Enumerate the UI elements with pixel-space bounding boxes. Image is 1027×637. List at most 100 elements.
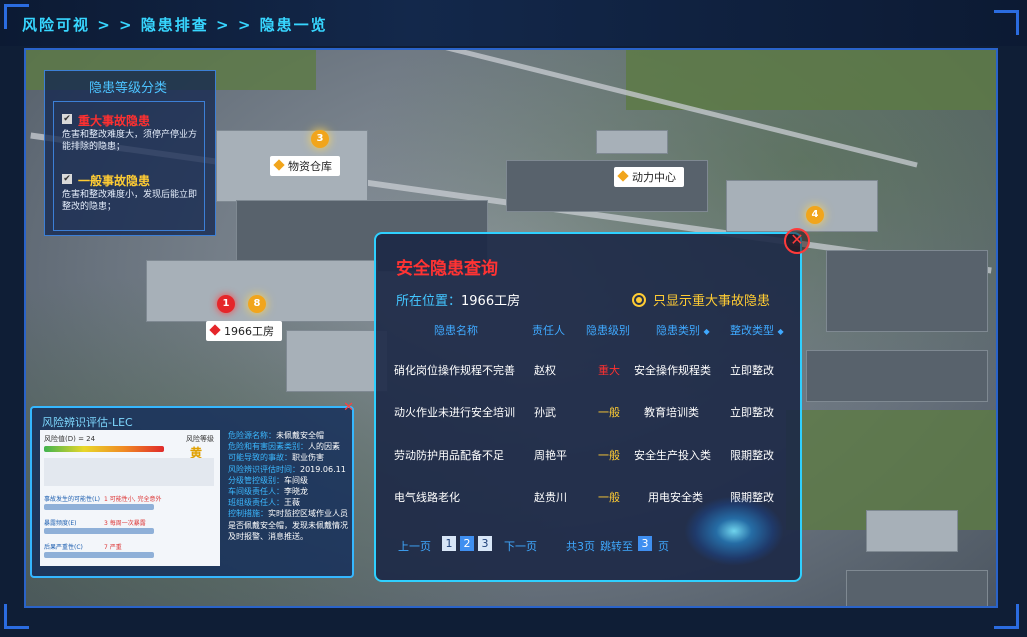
cell-name[interactable]: 动火作业未进行安全培训	[394, 404, 515, 420]
consequence-slider	[44, 552, 154, 558]
lec-assessment-image: 风险值(D) = 24 风险等级 黄 事故发生的可能性(L) 1 可能性小, 完…	[40, 430, 220, 566]
risk-value-text: 风险值(D) = 24	[44, 435, 96, 443]
exposure-value: 3 每周一次暴露	[104, 520, 146, 527]
prev-page-link[interactable]: 上一页	[398, 538, 431, 554]
legend-item-label: 重大事故隐患	[78, 114, 151, 128]
cell-owner: 周艳平	[534, 449, 567, 462]
panel-title: 安全隐患查询	[396, 259, 498, 279]
page-button[interactable]: 3	[478, 536, 492, 551]
location-value: 1966工房	[461, 294, 521, 309]
map-pin[interactable]: 8	[248, 295, 266, 313]
lec-field: 风险辨识评估时间：2019.06.11	[228, 464, 346, 474]
cell-category: 用电安全类	[648, 491, 703, 504]
cell-level: 一般	[598, 406, 620, 419]
map-building	[726, 180, 878, 232]
hazard-query-panel: ✕ 安全隐患查询 所在位置：1966工房 只显示重大事故隐患 隐患名称 责任人 …	[374, 228, 810, 582]
checkbox-icon[interactable]: ✔	[62, 114, 72, 124]
exposure-slider	[44, 528, 154, 534]
map-pin[interactable]: 4	[806, 206, 824, 224]
lec-field: 是否佩戴安全帽，发现未佩戴情况	[228, 520, 348, 530]
lec-field: 危险和有害因素类别：人的因素	[228, 442, 340, 452]
radio-icon[interactable]	[632, 293, 646, 307]
lec-field: 控制措施：实时监控区域作业人员	[228, 509, 348, 519]
lec-field-list: 危险源名称：未佩戴安全帽 危险和有害因素类别：人的因素 可能导致的事故：职业伤害…	[228, 430, 348, 542]
legend-item-desc: 危害和整改难度大，须停产停业方能排除的隐患；	[62, 130, 198, 152]
next-page-link[interactable]: 下一页	[504, 538, 537, 554]
lec-field: 班组级责任人：王薇	[228, 498, 300, 508]
col-header-owner[interactable]: 责任人	[532, 322, 565, 338]
sort-icon[interactable]: ◆	[704, 327, 710, 336]
close-icon[interactable]: ✕	[784, 228, 810, 254]
checkbox-icon[interactable]: ✔	[62, 174, 72, 184]
location-display: 所在位置：1966工房	[396, 290, 520, 309]
col-header-name[interactable]: 隐患名称	[434, 322, 478, 338]
likelihood-value: 1 可能性小, 完全意外	[104, 496, 162, 503]
map-building	[806, 350, 988, 402]
map-marker-1966-workshop[interactable]: 1966工房	[206, 321, 282, 341]
lec-title: 风险辨识评估-LEC	[42, 416, 133, 429]
legend-item-desc: 危害和整改难度小，发现后能立即整改的隐患；	[62, 190, 198, 212]
jump-page-input[interactable]: 3	[638, 536, 652, 551]
marker-diamond-icon	[209, 324, 221, 336]
close-icon[interactable]: ✕	[343, 400, 354, 415]
corner-decoration	[994, 10, 1019, 35]
jump-label: 跳转至	[600, 540, 633, 553]
marker-label: 动力中心	[632, 171, 676, 184]
cell-name[interactable]: 硝化岗位操作规程不完善	[394, 362, 515, 378]
col-header-level[interactable]: 隐患级别	[586, 322, 630, 338]
cell-rectify: 立即整改	[730, 364, 774, 377]
page-unit: 页	[658, 540, 669, 553]
risk-level-label: 风险等级	[186, 435, 214, 443]
map-building	[286, 330, 388, 392]
cell-name[interactable]: 劳动防护用品配备不足	[394, 447, 504, 463]
col-header-rectify[interactable]: 整改类型 ◆	[730, 322, 784, 338]
risk-table	[44, 458, 214, 486]
map-building	[826, 250, 988, 332]
top-bar: 风险可视 > > 隐患排查 > > 隐患一览	[0, 0, 1027, 46]
cell-rectify: 立即整改	[730, 406, 774, 419]
sort-icon[interactable]: ◆	[778, 327, 784, 336]
exposure-label: 暴露频度(E)	[44, 520, 77, 527]
map-pin[interactable]: 3	[311, 130, 329, 148]
cell-name[interactable]: 电气线路老化	[394, 489, 460, 505]
app-frame: 风险可视 > > 隐患排查 > > 隐患一览 3 4 1 8 物资仓库 动力中心…	[0, 0, 1027, 637]
cell-category: 安全操作规程类	[634, 364, 711, 377]
lec-field: 分级管控级别：车间级	[228, 475, 308, 485]
cell-category: 安全生产投入类	[634, 449, 711, 462]
legend-box: ✔ 重大事故隐患 危害和整改难度大，须停产停业方能排除的隐患； ✔ 一般事故隐患…	[53, 101, 205, 231]
marker-diamond-icon	[617, 170, 629, 182]
cell-owner: 赵权	[534, 364, 556, 377]
total-pages: 共3页	[566, 540, 595, 553]
marker-label: 物资仓库	[288, 160, 332, 173]
map-marker-warehouse[interactable]: 物资仓库	[270, 156, 340, 176]
radar-glow-decoration	[684, 496, 784, 566]
marker-label: 1966工房	[224, 325, 274, 338]
major-only-toggle[interactable]: 只显示重大事故隐患	[632, 290, 770, 309]
legend-title: 隐患等级分类	[89, 81, 168, 96]
cell-level: 一般	[598, 491, 620, 504]
risk-scale-bar	[44, 446, 164, 452]
cell-level: 重大	[598, 364, 620, 377]
cell-rectify: 限期整改	[730, 449, 774, 462]
lec-assessment-panel: 风险辨识评估-LEC ✕ 风险值(D) = 24 风险等级 黄 事故发生的可能性…	[30, 400, 354, 578]
page-button-current[interactable]: 2	[460, 536, 474, 551]
breadcrumb[interactable]: 风险可视 > > 隐患排查 > > 隐患一览	[22, 14, 328, 35]
map-marker-power-center[interactable]: 动力中心	[614, 167, 684, 187]
cell-owner: 赵贵川	[534, 491, 567, 504]
likelihood-slider	[44, 504, 154, 510]
cell-owner: 孙武	[534, 406, 556, 419]
map-pin[interactable]: 1	[217, 295, 235, 313]
cell-category: 教育培训类	[644, 406, 699, 419]
legend-item-label: 一般事故隐患	[78, 174, 151, 188]
map-building	[146, 260, 378, 322]
cell-level: 一般	[598, 449, 620, 462]
corner-decoration	[4, 4, 29, 29]
hazard-level-legend: 隐患等级分类 ✔ 重大事故隐患 危害和整改难度大，须停产停业方能排除的隐患； ✔…	[44, 70, 216, 236]
lec-field: 车间级责任人：李晓龙	[228, 487, 308, 497]
lec-field: 及时报警、消息推送。	[228, 531, 308, 541]
page-button[interactable]: 1	[442, 536, 456, 551]
lec-field: 危险源名称：未佩戴安全帽	[228, 431, 324, 440]
lec-field: 可能导致的事故：职业伤害	[228, 453, 324, 463]
marker-diamond-icon	[273, 159, 285, 171]
col-header-category[interactable]: 隐患类别 ◆	[656, 322, 710, 338]
